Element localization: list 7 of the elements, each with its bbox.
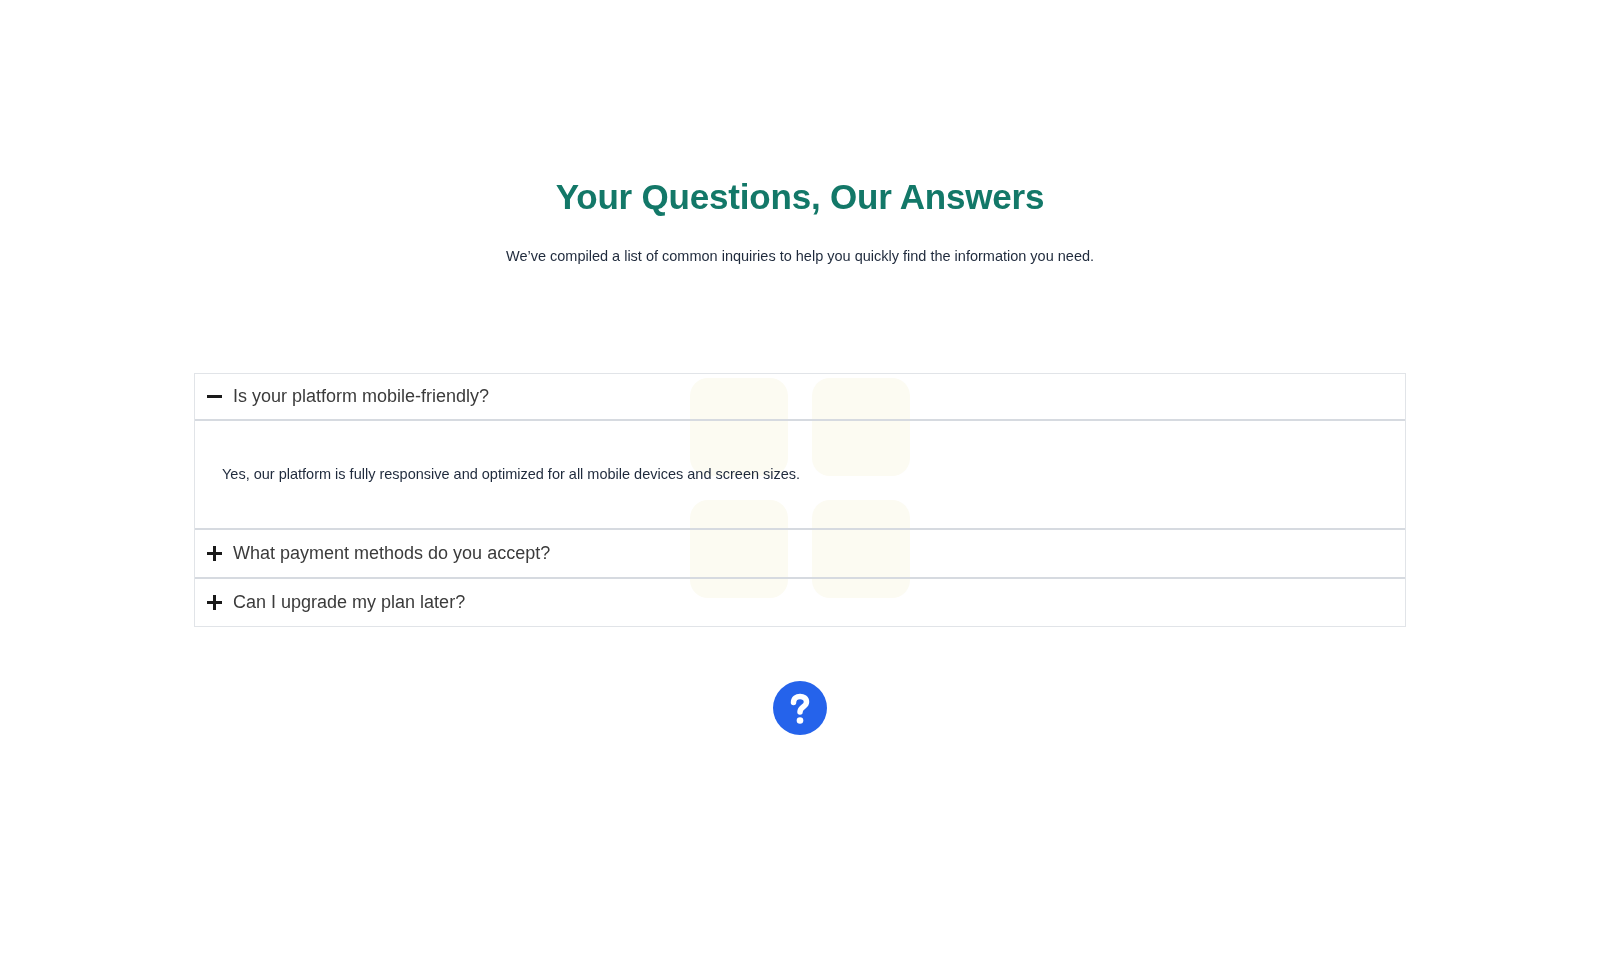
faq-question[interactable]: Is your platform mobile-friendly? — [195, 374, 1405, 421]
faq-question[interactable]: Can I upgrade my plan later? — [195, 579, 1405, 626]
faq-question[interactable]: What payment methods do you accept? — [195, 530, 1405, 577]
faq-answer: Yes, our platform is fully responsive and optimized for all mobile devices and screen sizes. — [221, 465, 802, 484]
help-icon[interactable] — [773, 681, 827, 735]
page-title: Your Questions, Our Answers — [555, 176, 1045, 218]
page-subtitle: We’ve compiled a list of common inquiries to help you quickly find the information you need. — [505, 247, 1095, 266]
